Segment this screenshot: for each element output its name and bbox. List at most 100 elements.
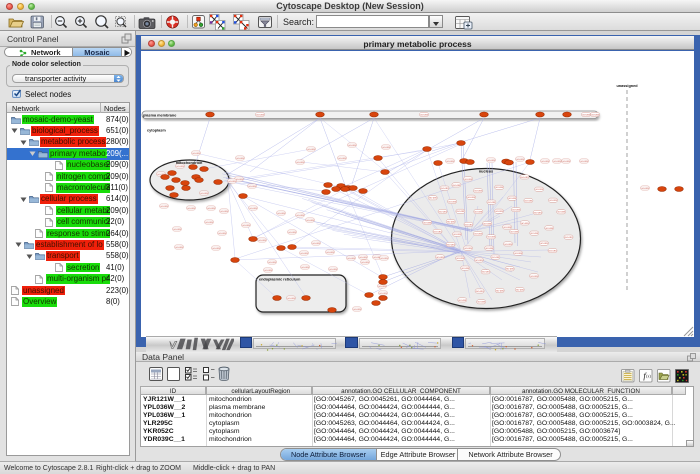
svg-text:GO:093: GO:093 [545, 228, 553, 230]
svg-text:GO:093: GO:093 [175, 247, 183, 249]
svg-text:GO:093: GO:093 [453, 234, 461, 236]
svg-text:GO:093: GO:093 [535, 189, 543, 191]
svg-text:GO:093: GO:093 [434, 231, 442, 233]
svg-text:GO:093: GO:093 [242, 225, 250, 227]
svg-text:GO:093: GO:093 [458, 300, 466, 302]
svg-text:GO:093: GO:093 [236, 158, 244, 160]
svg-text:GO:093: GO:093 [495, 211, 503, 213]
svg-text:GO:093: GO:093 [176, 166, 184, 168]
svg-text:GO:093: GO:093 [521, 223, 529, 225]
svg-text:GO:093: GO:093 [530, 276, 538, 278]
svg-text:GO:093: GO:093 [467, 197, 475, 199]
svg-text:GO:093: GO:093 [465, 224, 473, 226]
svg-text:GO:093: GO:093 [446, 161, 454, 163]
svg-text:GO:093: GO:093 [540, 243, 548, 245]
svg-text:GO:093: GO:093 [307, 149, 315, 151]
svg-text:GO:093: GO:093 [461, 268, 469, 270]
svg-text:GO:093: GO:093 [361, 262, 369, 264]
svg-text:GO:093: GO:093 [487, 237, 495, 239]
svg-text:GO:093: GO:093 [441, 188, 449, 190]
svg-text:GO:093: GO:093 [256, 114, 264, 116]
svg-text:GO:093: GO:093 [380, 258, 388, 260]
svg-text:plasma membrane: plasma membrane [143, 114, 176, 118]
svg-text:GO:093: GO:093 [582, 114, 590, 116]
svg-text:GO:093: GO:093 [508, 198, 516, 200]
svg-text:GO:093: GO:093 [264, 270, 272, 272]
svg-text:unassigned: unassigned [616, 84, 638, 88]
svg-text:GO:093: GO:093 [218, 233, 226, 235]
svg-text:GO:093: GO:093 [258, 240, 266, 242]
svg-text:GO:093: GO:093 [447, 222, 455, 224]
svg-text:nucleus: nucleus [479, 170, 493, 174]
svg-text:GO:093: GO:093 [287, 298, 295, 300]
svg-text:GO:093: GO:093 [277, 213, 285, 215]
svg-text:GO:093: GO:093 [464, 179, 472, 181]
svg-text:GO:093: GO:093 [436, 257, 444, 259]
svg-text:GO:093: GO:093 [453, 185, 461, 187]
svg-text:GO:093: GO:093 [474, 234, 482, 236]
svg-text:GO:093: GO:093 [534, 212, 542, 214]
svg-text:GO:093: GO:093 [326, 252, 334, 254]
svg-text:GO:093: GO:093 [549, 251, 557, 253]
svg-text:GO:093: GO:093 [347, 258, 355, 260]
svg-text:GO:093: GO:093 [482, 272, 490, 274]
svg-text:GO:093: GO:093 [516, 290, 524, 292]
svg-text:GO:093: GO:093 [187, 208, 195, 210]
svg-text:GO:093: GO:093 [504, 244, 512, 246]
svg-text:GO:093: GO:093 [477, 302, 485, 304]
svg-text:GO:093: GO:093 [439, 211, 447, 213]
svg-text:GO:093: GO:093 [205, 222, 213, 224]
svg-text:GO:093: GO:093 [301, 267, 309, 269]
svg-text:GO:093: GO:093 [474, 191, 482, 193]
svg-text:GO:093: GO:093 [503, 227, 511, 229]
svg-text:endoplasmic reticulum: endoplasmic reticulum [259, 278, 301, 282]
svg-text:GO:093: GO:093 [525, 201, 533, 203]
svg-text:mitochondrion: mitochondrion [176, 161, 203, 165]
svg-text:GO:093: GO:093 [348, 145, 356, 147]
svg-text:GO:093: GO:093 [249, 208, 257, 210]
svg-text:GO:093: GO:093 [510, 232, 518, 234]
svg-text:GO:093: GO:093 [641, 188, 649, 190]
svg-text:GO:093: GO:093 [379, 293, 387, 295]
svg-text:GO:093: GO:093 [562, 161, 570, 163]
svg-text:GO:093: GO:093 [300, 253, 308, 255]
svg-text:GO:093: GO:093 [557, 212, 565, 214]
svg-text:GO:093: GO:093 [200, 193, 208, 195]
svg-text:GO:093: GO:093 [296, 162, 304, 164]
svg-text:GO:093: GO:093 [474, 212, 482, 214]
svg-text:GO:093: GO:093 [420, 114, 428, 116]
svg-text:GO:093: GO:093 [429, 198, 437, 200]
svg-text:GO:093: GO:093 [495, 187, 503, 189]
svg-text:GO:093: GO:093 [268, 262, 276, 264]
svg-text:GO:093: GO:093 [220, 211, 228, 213]
svg-text:GO:093: GO:093 [173, 229, 181, 231]
svg-text:GO:093: GO:093 [207, 208, 215, 210]
svg-text:GO:093: GO:093 [288, 232, 296, 234]
svg-text:(x): (x) [646, 374, 651, 379]
svg-text:GO:093: GO:093 [496, 290, 504, 292]
svg-text:GO:093: GO:093 [423, 222, 431, 224]
svg-text:GO:093: GO:093 [516, 159, 524, 161]
svg-text:GO:093: GO:093 [457, 211, 465, 213]
svg-text:GO:093: GO:093 [329, 269, 337, 271]
svg-text:GO:093: GO:093 [248, 186, 256, 188]
svg-text:GO:093: GO:093 [488, 202, 496, 204]
svg-text:GO:093: GO:093 [530, 233, 538, 235]
svg-text:GO:093: GO:093 [553, 161, 561, 163]
svg-text:GO:093: GO:093 [512, 210, 520, 212]
svg-text:cytoplasm: cytoplasm [147, 129, 166, 133]
svg-text:GO:093: GO:093 [359, 257, 367, 259]
svg-text:GO:093: GO:093 [591, 114, 599, 116]
svg-text:GO:093: GO:093 [338, 158, 346, 160]
svg-text:GO:093: GO:093 [447, 244, 455, 246]
svg-text:GO:093: GO:093 [464, 248, 472, 250]
svg-text:GO:093: GO:093 [160, 206, 168, 208]
svg-text:GO:093: GO:093 [192, 153, 200, 155]
svg-text:GO:093: GO:093 [514, 253, 522, 255]
svg-text:GO:093: GO:093 [382, 147, 390, 149]
svg-text:GO:093: GO:093 [487, 160, 495, 162]
svg-text:GO:093: GO:093 [483, 223, 491, 225]
svg-text:GO:093: GO:093 [580, 161, 588, 163]
svg-text:GO:093: GO:093 [378, 286, 386, 288]
svg-text:GO:093: GO:093 [549, 200, 557, 202]
